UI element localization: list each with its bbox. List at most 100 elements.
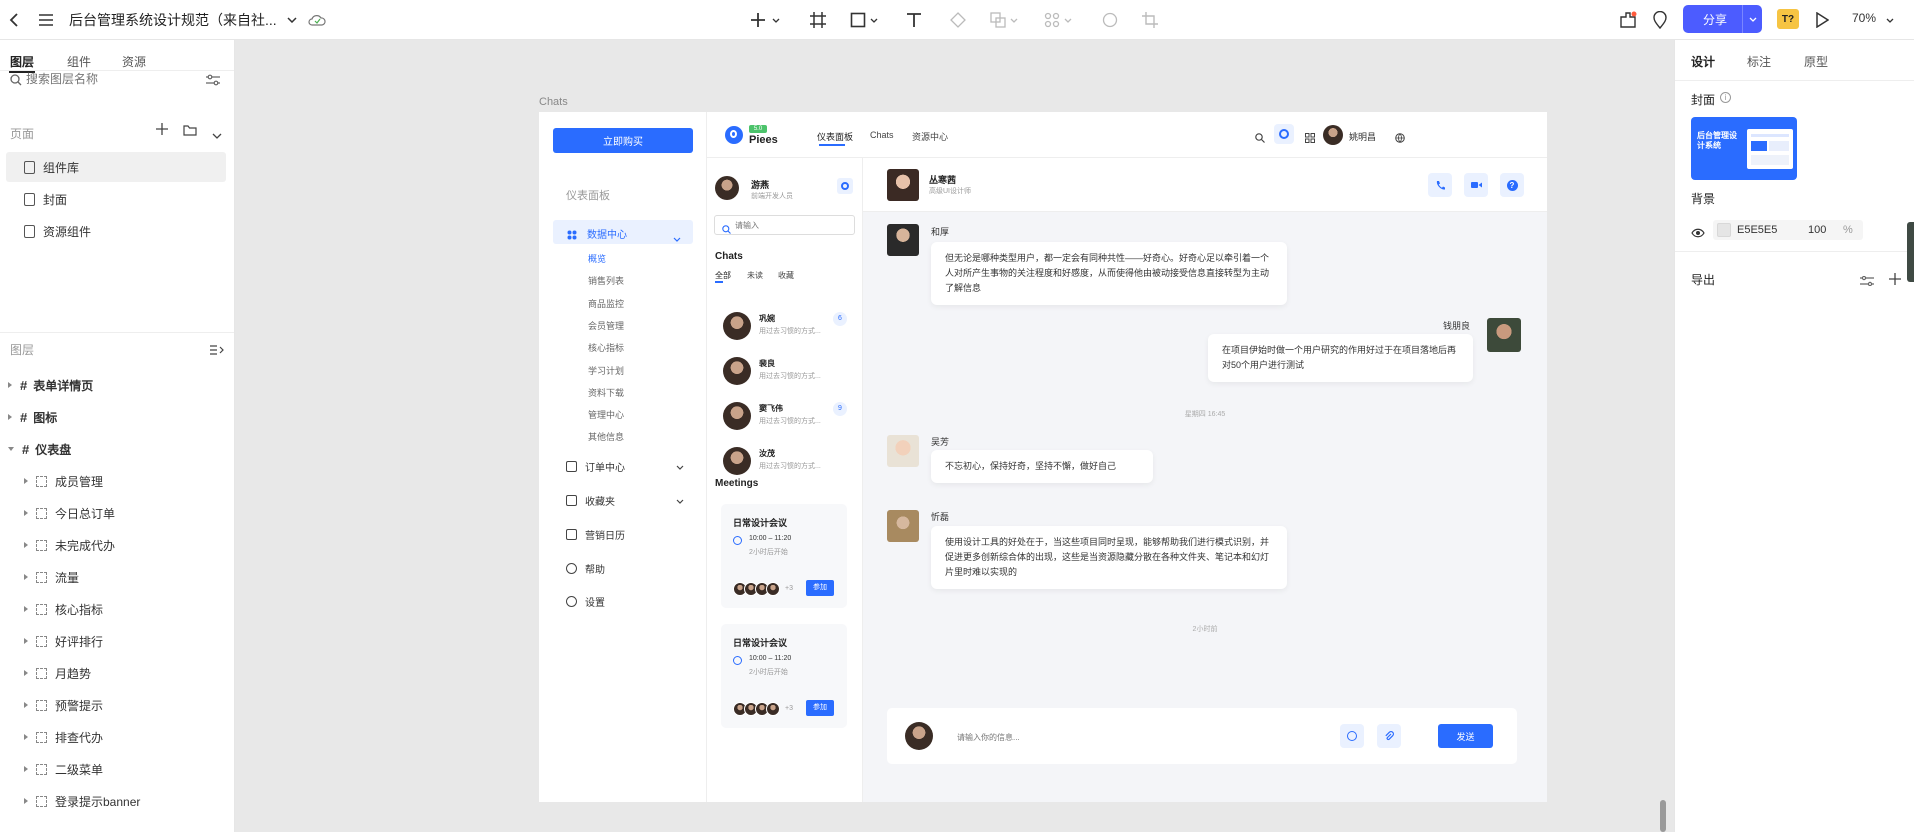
layer-row[interactable]: 月趋势 <box>0 659 234 687</box>
caret-right-icon[interactable] <box>24 574 28 580</box>
export-settings-icon[interactable] <box>1860 273 1874 291</box>
folder-icon[interactable] <box>183 123 197 141</box>
menu-item[interactable]: 收藏夹 <box>566 493 684 508</box>
plugin-icon[interactable] <box>1616 8 1640 32</box>
meeting-card[interactable]: 日常设计会议 10:00 – 11:20 2小时后开始 +3 参加 <box>721 624 847 728</box>
filter-all[interactable]: 全部 <box>715 270 731 281</box>
phone-call-button[interactable] <box>1428 173 1452 197</box>
message-input[interactable] <box>957 730 1317 744</box>
chevron-down-icon[interactable] <box>1884 8 1896 32</box>
page-item[interactable]: 资源组件 <box>6 216 226 246</box>
chevron-down-icon[interactable] <box>1008 8 1020 32</box>
emoji-button[interactable] <box>1340 724 1364 748</box>
zoom-level[interactable]: 70% <box>1852 11 1876 25</box>
submenu-item[interactable]: 学习计划 <box>588 364 624 377</box>
background-opacity[interactable]: 100 <box>1808 224 1826 236</box>
caret-right-icon[interactable] <box>24 510 28 516</box>
join-button[interactable]: 参加 <box>806 580 834 596</box>
submenu-item[interactable]: 商品监控 <box>588 297 624 310</box>
buy-now-button[interactable]: 立即购买 <box>553 128 693 153</box>
filter-icon[interactable] <box>206 73 220 91</box>
component-icon[interactable] <box>946 8 970 32</box>
play-icon[interactable] <box>1810 8 1834 32</box>
tab-assets[interactable]: 资源 <box>122 53 146 70</box>
share-dropdown-button[interactable] <box>1742 5 1762 33</box>
caret-down-icon[interactable] <box>8 447 14 451</box>
caret-right-icon[interactable] <box>8 382 12 388</box>
background-color-field[interactable]: E5E5E5 100 % <box>1713 220 1863 240</box>
tab-prototype[interactable]: 原型 <box>1804 53 1828 70</box>
layer-search-input[interactable] <box>26 71 196 87</box>
text-style-badge[interactable]: T? <box>1777 9 1799 29</box>
add-page-icon[interactable] <box>156 122 168 140</box>
add-icon[interactable] <box>746 8 770 32</box>
caret-right-icon[interactable] <box>24 734 28 740</box>
menu-icon[interactable] <box>34 8 58 32</box>
location-icon[interactable] <box>1648 8 1672 32</box>
user-avatar[interactable] <box>1323 125 1343 145</box>
video-call-button[interactable] <box>1464 173 1488 197</box>
caret-right-icon[interactable] <box>24 606 28 612</box>
nav-link-resources[interactable]: 资源中心 <box>912 130 948 143</box>
chevron-down-icon[interactable] <box>1062 8 1074 32</box>
submenu-item[interactable]: 其他信息 <box>588 430 624 443</box>
caret-right-icon[interactable] <box>24 542 28 548</box>
chat-list-item[interactable]: 窦飞伟 用过去习惯的方式... 9 <box>707 400 867 440</box>
globe-icon[interactable] <box>1395 130 1405 148</box>
chevron-down-icon[interactable] <box>770 8 782 32</box>
submenu-item[interactable]: 管理中心 <box>588 408 624 421</box>
submenu-item[interactable]: 销售列表 <box>588 274 624 287</box>
chats-frame[interactable]: 立即购买 仪表面板 数据中心 概览销售列表商品监控会员管理核心指标学习计划资料下… <box>539 112 1547 802</box>
mask-icon[interactable] <box>1040 8 1064 32</box>
layer-row[interactable]: 核心指标 <box>0 595 234 623</box>
chat-search-input[interactable] <box>735 219 845 231</box>
submenu-item[interactable]: 会员管理 <box>588 319 624 332</box>
caret-right-icon[interactable] <box>24 702 28 708</box>
nav-link-dashboard[interactable]: 仪表面板 <box>817 130 853 143</box>
tab-components[interactable]: 组件 <box>67 53 91 70</box>
boolean-icon[interactable] <box>986 8 1010 32</box>
caret-right-icon[interactable] <box>24 478 28 484</box>
layer-row[interactable]: 登录提示banner <box>0 787 234 815</box>
submenu-item[interactable]: 概览 <box>588 252 606 265</box>
filter-unread[interactable]: 未读 <box>747 270 763 281</box>
attach-button[interactable] <box>1377 724 1401 748</box>
chat-list-item[interactable]: 巩婉 用过去习惯的方式... 6 <box>707 310 867 350</box>
layer-row[interactable]: # 图标 <box>0 403 234 431</box>
tab-design[interactable]: 设计 <box>1691 53 1715 70</box>
meeting-card[interactable]: 日常设计会议 10:00 – 11:20 2小时后开始 +3 参加 <box>721 504 847 608</box>
layer-row[interactable]: 预警提示 <box>0 691 234 719</box>
chevron-down-icon[interactable] <box>212 126 222 144</box>
caret-right-icon[interactable] <box>8 414 12 420</box>
layer-row[interactable]: 成员管理 <box>0 467 234 495</box>
info-button[interactable]: ? <box>1500 173 1524 197</box>
caret-right-icon[interactable] <box>24 798 28 804</box>
layer-row[interactable]: 排查代办 <box>0 723 234 751</box>
join-button[interactable]: 参加 <box>806 700 834 716</box>
menu-item[interactable]: 帮助 <box>566 561 605 576</box>
layer-view-toggle-icon[interactable] <box>210 342 224 360</box>
chat-settings-button[interactable] <box>837 178 853 194</box>
background-hex[interactable]: E5E5E5 <box>1737 224 1777 236</box>
side-widget-handle[interactable] <box>1907 222 1914 282</box>
submenu-item[interactable]: 核心指标 <box>588 341 624 354</box>
menu-item[interactable]: 订单中心 <box>566 459 684 474</box>
menu-item[interactable]: 营销日历 <box>566 527 625 542</box>
frame-tool-icon[interactable] <box>806 8 830 32</box>
layer-row[interactable]: # 表单详情页 <box>0 371 234 399</box>
layer-row[interactable]: 好评排行 <box>0 627 234 655</box>
cover-thumbnail[interactable]: 后台管理设计系统 <box>1691 117 1797 180</box>
caret-right-icon[interactable] <box>24 670 28 676</box>
document-title[interactable]: 后台管理系统设计规范（来自社... <box>69 10 277 30</box>
tab-layers[interactable]: 图层 <box>10 53 34 70</box>
back-icon[interactable] <box>2 8 26 32</box>
submenu-item[interactable]: 资料下载 <box>588 386 624 399</box>
add-export-icon[interactable] <box>1889 272 1901 290</box>
send-button[interactable]: 发送 <box>1438 724 1493 748</box>
user-name[interactable]: 姚明昌 <box>1349 130 1376 143</box>
menu-item[interactable]: 设置 <box>566 594 605 609</box>
menu-group-data-center[interactable]: 数据中心 <box>553 220 693 244</box>
rectangle-tool-icon[interactable] <box>846 8 870 32</box>
settings-button[interactable] <box>1274 124 1294 144</box>
crop-icon[interactable] <box>1138 8 1162 32</box>
